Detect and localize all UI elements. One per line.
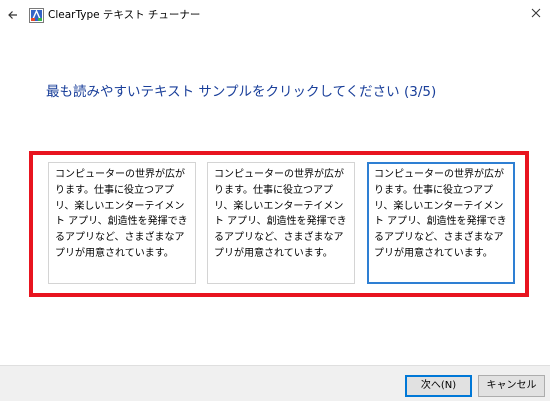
window-title: ClearType テキスト チューナー [48, 9, 201, 21]
back-arrow-icon [8, 11, 17, 19]
cancel-button[interactable]: キャンセル [478, 375, 545, 397]
text-sample-2[interactable]: コンピューターの世界が広がります。仕事に役立つアプリ、楽しいエンターテイメント … [207, 162, 355, 284]
sample-text: コンピューターの世界が広がります。仕事に役立つアプリ、楽しいエンターテイメント … [55, 169, 188, 259]
footer-bar: 次へ(N) キャンセル [0, 365, 550, 401]
back-button[interactable] [2, 4, 24, 26]
sample-text: コンピューターの世界が広がります。仕事に役立つアプリ、楽しいエンターテイメント … [374, 169, 507, 259]
cleartype-app-icon [29, 8, 44, 23]
close-button[interactable] [524, 3, 548, 25]
text-sample-1[interactable]: コンピューターの世界が広がります。仕事に役立つアプリ、楽しいエンターテイメント … [48, 162, 196, 284]
sample-text: コンピューターの世界が広がります。仕事に役立つアプリ、楽しいエンターテイメント … [214, 169, 347, 259]
next-button[interactable]: 次へ(N) [405, 375, 472, 397]
text-sample-3[interactable]: コンピューターの世界が広がります。仕事に役立つアプリ、楽しいエンターテイメント … [367, 162, 515, 284]
title-bar: ClearType テキスト チューナー [0, 0, 550, 32]
close-icon [531, 8, 541, 18]
page-heading: 最も読みやすいテキスト サンプルをクリックしてください (3/5) [46, 84, 437, 100]
